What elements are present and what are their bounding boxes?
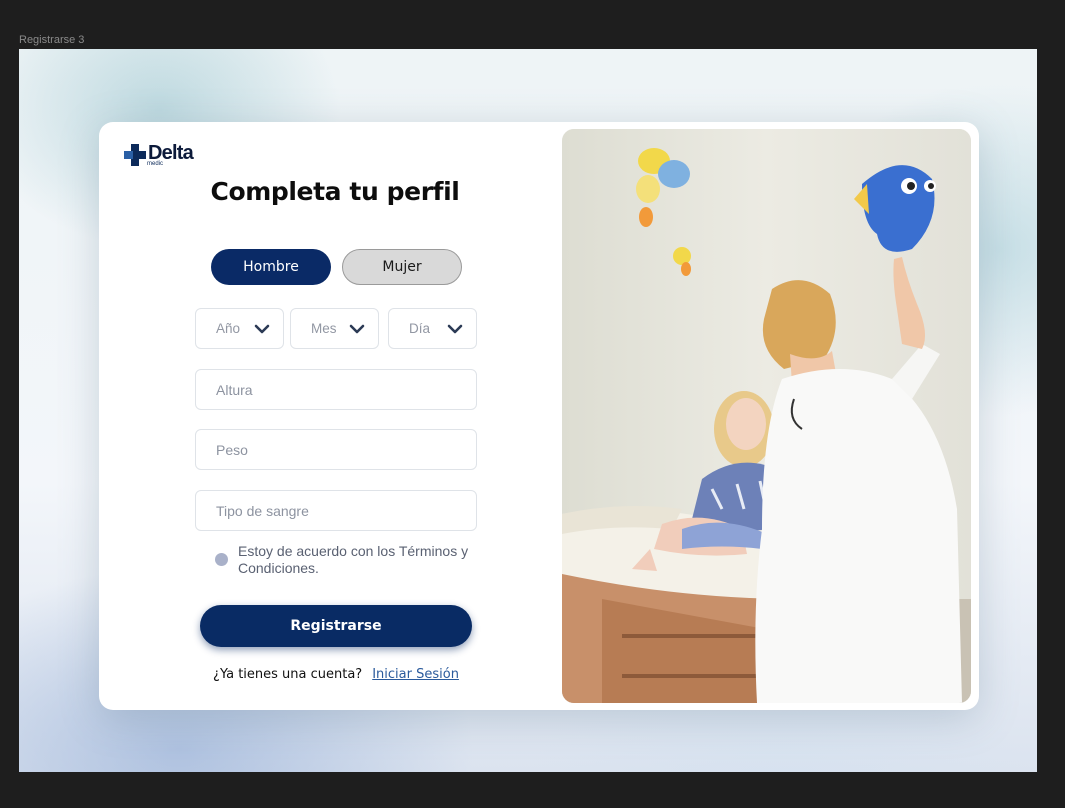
terms-row: Estoy de acuerdo con los Términos y Cond… xyxy=(215,543,475,577)
login-prompt: ¿Ya tienes una cuenta? Iniciar Sesión xyxy=(200,667,472,682)
weight-field xyxy=(195,429,477,470)
brand-sub: medic xyxy=(147,161,164,167)
gender-male-button[interactable]: Hombre xyxy=(211,249,331,285)
artboard: Delta medic Completa tu perfil Hombre Mu… xyxy=(19,49,1037,772)
register-card: Delta medic Completa tu perfil Hombre Mu… xyxy=(99,122,979,710)
terms-label: Estoy de acuerdo con los Términos y Cond… xyxy=(238,543,469,576)
chevron-down-icon xyxy=(447,324,463,334)
blood-type-field xyxy=(195,490,477,531)
height-field xyxy=(195,369,477,410)
birth-day-select[interactable]: Día xyxy=(388,308,477,349)
page-title: Completa tu perfil xyxy=(210,177,460,206)
birth-day-label: Día xyxy=(409,321,431,336)
blood-type-input[interactable] xyxy=(196,491,476,530)
birth-year-label: Año xyxy=(216,321,241,336)
doctor-child-illustration xyxy=(562,129,971,703)
weight-input[interactable] xyxy=(196,430,476,469)
artboard-label: Registrarse 3 xyxy=(19,34,85,46)
birth-month-select[interactable]: Mes xyxy=(290,308,379,349)
chevron-down-icon xyxy=(349,324,365,334)
login-link[interactable]: Iniciar Sesión xyxy=(372,667,459,682)
gender-female-button[interactable]: Mujer xyxy=(342,249,462,285)
medical-cross-icon xyxy=(123,142,147,168)
login-question: ¿Ya tienes una cuenta? xyxy=(213,667,363,682)
register-button[interactable]: Registrarse xyxy=(200,605,472,647)
birth-year-select[interactable]: Año xyxy=(195,308,284,349)
brand-logo: Delta medic xyxy=(123,142,194,170)
height-input[interactable] xyxy=(196,370,476,409)
chevron-down-icon xyxy=(254,324,270,334)
birth-month-label: Mes xyxy=(311,321,337,336)
terms-radio[interactable] xyxy=(215,553,228,566)
hero-photo xyxy=(562,129,971,703)
